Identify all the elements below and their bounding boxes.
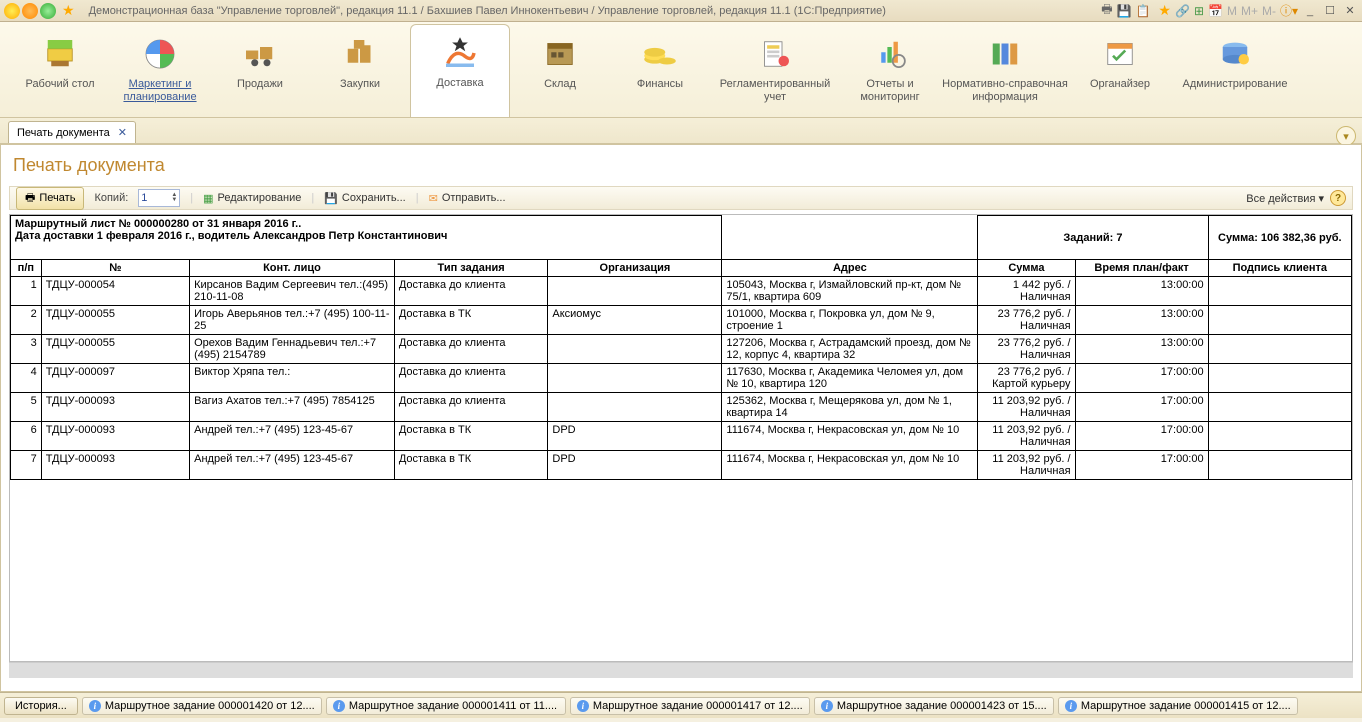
send-button[interactable]: ✉ Отправить... (429, 192, 506, 205)
minimize-button[interactable]: _ (1302, 4, 1318, 18)
spin-down-icon[interactable]: ▼ (171, 198, 177, 203)
horizontal-scrollbar[interactable] (9, 662, 1353, 678)
help-icon[interactable]: ? (1330, 190, 1346, 206)
copy-icon[interactable]: 📋 (1135, 4, 1150, 18)
calendar-icon[interactable]: 📅 (1208, 4, 1223, 18)
doc-subtitle: Дата доставки 1 февраля 2016 г., водител… (15, 230, 717, 242)
status-bar: История... iМаршрутное задание 000001420… (0, 692, 1362, 718)
title-bar: ★ Демонстрационная база "Управление торг… (0, 0, 1362, 22)
disk-icon: 💾 (324, 192, 338, 205)
save-icon[interactable]: 💾 (1117, 4, 1132, 18)
save-button[interactable]: 💾 Сохранить... (324, 192, 406, 205)
info-icon: i (89, 700, 101, 712)
nav-reports[interactable]: Отчеты и мониторинг (840, 26, 940, 117)
nav-sales[interactable]: Продажи (210, 26, 310, 117)
nav-admin[interactable]: Администрирование (1170, 26, 1300, 117)
main-navigation: Рабочий стол Маркетинг и планирование Пр… (0, 22, 1362, 118)
nav-accounting[interactable]: Регламентированный учет (710, 26, 840, 117)
tab-close-icon[interactable]: ✕ (118, 126, 127, 139)
toolbar: 🖶 Печать Копий: 1 ▲▼ | ▦ Редактирование … (9, 186, 1353, 210)
statusbar-window-item[interactable]: iМаршрутное задание 000001417 от 12.... (570, 697, 810, 715)
calc-icon[interactable]: ⊞ (1194, 4, 1204, 18)
nav-reference[interactable]: Нормативно-справочная информация (940, 26, 1070, 117)
tasks-count: Заданий: 7 (978, 216, 1208, 260)
statusbar-window-item[interactable]: iМаршрутное задание 000001420 от 12.... (82, 697, 322, 715)
page-title: Печать документа (13, 155, 1353, 176)
info-icon: i (821, 700, 833, 712)
table-row[interactable]: 6ТДЦУ-000093Андрей тел.:+7 (495) 123-45-… (11, 422, 1352, 451)
forward-button[interactable] (40, 3, 56, 19)
link-icon[interactable]: 🔗 (1175, 4, 1190, 18)
print-button[interactable]: 🖶 Печать (16, 187, 84, 210)
print-icon[interactable]: 🖶 (1101, 0, 1112, 21)
nav-desktop[interactable]: Рабочий стол (10, 26, 110, 117)
m-button[interactable]: M (1227, 4, 1237, 18)
mail-icon: ✉ (429, 192, 438, 205)
table-row[interactable]: 4ТДЦУ-000097Виктор Хряпа тел.:Доставка д… (11, 364, 1352, 393)
panel-dropdown-icon[interactable]: ▾ (1336, 126, 1356, 146)
info-icon[interactable]: ⓘ▾ (1280, 2, 1298, 19)
info-icon: i (333, 700, 345, 712)
statusbar-window-item[interactable]: iМаршрутное задание 000001415 от 12.... (1058, 697, 1298, 715)
nav-finance[interactable]: Финансы (610, 26, 710, 117)
total-sum: Сумма: 106 382,36 руб. (1208, 216, 1351, 260)
spreadsheet[interactable]: Маршрутный лист № 000000280 от 31 января… (9, 214, 1353, 662)
info-icon: i (1065, 700, 1077, 712)
statusbar-window-item[interactable]: iМаршрутное задание 000001411 от 11.... (326, 697, 566, 715)
tab-label: Печать документа (17, 127, 110, 139)
back-button[interactable] (22, 3, 38, 19)
window-title: Демонстрационная база "Управление торгов… (89, 5, 1102, 17)
nav-purchases[interactable]: Закупки (310, 26, 410, 117)
edit-button[interactable]: ▦ Редактирование (203, 192, 301, 205)
column-headers: п/п№Конт. лицо Тип заданияОрганизацияАдр… (11, 260, 1352, 277)
m-minus-button[interactable]: M- (1262, 4, 1276, 18)
copies-label: Копий: (94, 192, 128, 204)
maximize-button[interactable]: ☐ (1322, 4, 1338, 18)
copies-input[interactable]: 1 ▲▼ (138, 189, 180, 207)
info-icon: i (577, 700, 589, 712)
favorite-icon[interactable]: ★ (1158, 2, 1171, 19)
star-icon[interactable]: ★ (62, 2, 75, 19)
edit-icon: ▦ (203, 192, 213, 205)
tab-bar: Печать документа ✕ (0, 118, 1362, 144)
table-row[interactable]: 7ТДЦУ-000093Андрей тел.:+7 (495) 123-45-… (11, 451, 1352, 480)
table-row[interactable]: 5ТДЦУ-000093Вагиз Ахатов тел.:+7 (495) 7… (11, 393, 1352, 422)
nav-delivery[interactable]: Доставка (410, 24, 510, 117)
table-row[interactable]: 3ТДЦУ-000055Орехов Вадим Геннадьевич тел… (11, 335, 1352, 364)
nav-warehouse[interactable]: Склад (510, 26, 610, 117)
table-row[interactable]: 2ТДЦУ-000055Игорь Аверьянов тел.:+7 (495… (11, 306, 1352, 335)
app-icon[interactable] (4, 3, 20, 19)
all-actions-button[interactable]: Все действия ▾ (1246, 192, 1324, 205)
printer-icon: 🖶 (25, 189, 35, 208)
history-button[interactable]: История... (4, 697, 78, 715)
statusbar-window-item[interactable]: iМаршрутное задание 000001423 от 15.... (814, 697, 1054, 715)
nav-marketing[interactable]: Маркетинг и планирование (110, 26, 210, 117)
close-button[interactable]: ✕ (1342, 4, 1358, 18)
nav-organizer[interactable]: Органайзер (1070, 26, 1170, 117)
content-area: Печать документа 🖶 Печать Копий: 1 ▲▼ | … (0, 144, 1362, 692)
table-row[interactable]: 1ТДЦУ-000054Кирсанов Вадим Сергеевич тел… (11, 277, 1352, 306)
doc-title: Маршрутный лист № 000000280 от 31 января… (15, 218, 717, 230)
tab-print-document[interactable]: Печать документа ✕ (8, 121, 136, 143)
m-plus-button[interactable]: M+ (1241, 4, 1258, 18)
